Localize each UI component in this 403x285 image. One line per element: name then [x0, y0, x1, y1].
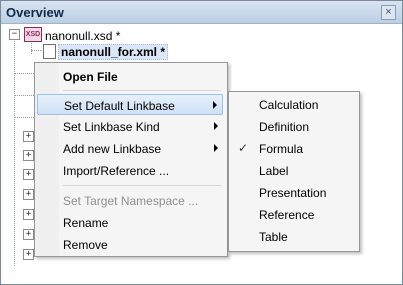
xml-file-icon	[43, 44, 56, 59]
menu-item-label: Set Default Linkbase	[64, 99, 175, 113]
submenu-item-definition[interactable]: Definition	[231, 116, 357, 138]
menu-item-set-linkbase-kind[interactable]: Set Linkbase Kind	[37, 116, 223, 137]
menu-item-set-target-namespace: Set Target Namespace ...	[37, 190, 223, 211]
submenu-item-label: Reference	[259, 208, 315, 222]
tree-line	[14, 95, 34, 96]
menu-item-label: Add new Linkbase	[63, 142, 162, 156]
expand-toggle-icon[interactable]: +	[23, 229, 34, 240]
tree-line	[31, 50, 41, 51]
context-menu: Open File Set Default Linkbase Set Linkb…	[34, 62, 228, 257]
menu-separator	[63, 90, 221, 91]
panel-title: Overview	[6, 5, 64, 20]
linkbase-submenu: Calculation Definition ✓ Formula Label P…	[228, 91, 360, 252]
expand-toggle-icon[interactable]: +	[23, 249, 34, 260]
submenu-item-label: Presentation	[259, 186, 327, 200]
checkmark-icon: ✓	[238, 141, 249, 155]
expand-toggle-icon[interactable]: +	[23, 150, 34, 161]
expand-toggle-icon[interactable]: +	[23, 169, 34, 180]
submenu-item-label: Definition	[259, 120, 310, 134]
menu-item-remove[interactable]: Remove	[37, 234, 223, 255]
menu-item-label: Remove	[63, 238, 108, 252]
menu-item-open-file[interactable]: Open File	[37, 66, 223, 87]
submenu-item-presentation[interactable]: Presentation	[231, 182, 357, 204]
tree-item-nanonull-xsd[interactable]: nanonull.xsd *	[45, 29, 120, 43]
expand-toggle-icon[interactable]: +	[23, 189, 34, 200]
menu-item-label: Set Target Namespace ...	[63, 194, 199, 208]
menu-item-label: Open File	[63, 70, 118, 84]
tree-line	[31, 40, 32, 54]
submenu-item-table[interactable]: Table	[231, 226, 357, 248]
menu-item-set-default-linkbase[interactable]: Set Default Linkbase	[37, 94, 223, 115]
xsd-file-icon: XSD	[24, 27, 42, 42]
submenu-item-formula[interactable]: ✓ Formula	[231, 138, 357, 160]
menu-item-label: Rename	[63, 216, 109, 230]
menu-separator	[63, 185, 221, 186]
title-bar: Overview ×	[1, 1, 402, 24]
expand-toggle-icon[interactable]: +	[23, 209, 34, 220]
submenu-arrow-icon	[214, 144, 218, 152]
submenu-item-calculation[interactable]: Calculation	[231, 94, 357, 116]
tree-line	[14, 73, 34, 74]
collapse-toggle-icon[interactable]: −	[9, 29, 20, 40]
close-icon[interactable]: ×	[381, 5, 396, 20]
submenu-item-label: Calculation	[259, 98, 319, 112]
expand-toggle-icon[interactable]: +	[23, 131, 34, 142]
submenu-item-label: Table	[259, 230, 288, 244]
menu-item-import-reference[interactable]: Import/Reference ...	[37, 160, 223, 181]
submenu-arrow-icon	[214, 122, 218, 130]
tree-line	[14, 36, 15, 266]
menu-item-add-new-linkbase[interactable]: Add new Linkbase	[37, 138, 223, 159]
submenu-item-label: Label	[259, 164, 289, 178]
submenu-item-reference[interactable]: Reference	[231, 204, 357, 226]
tree-item-nanonull-for-xml[interactable]: nanonull_for.xml *	[58, 44, 169, 60]
menu-item-rename[interactable]: Rename	[37, 212, 223, 233]
submenu-arrow-icon	[213, 101, 217, 109]
menu-item-label: Import/Reference ...	[63, 164, 170, 178]
submenu-item-label: Formula	[259, 142, 304, 156]
submenu-item-label[interactable]: Label	[231, 160, 357, 182]
menu-item-label: Set Linkbase Kind	[63, 120, 160, 134]
tree-line	[14, 117, 34, 118]
